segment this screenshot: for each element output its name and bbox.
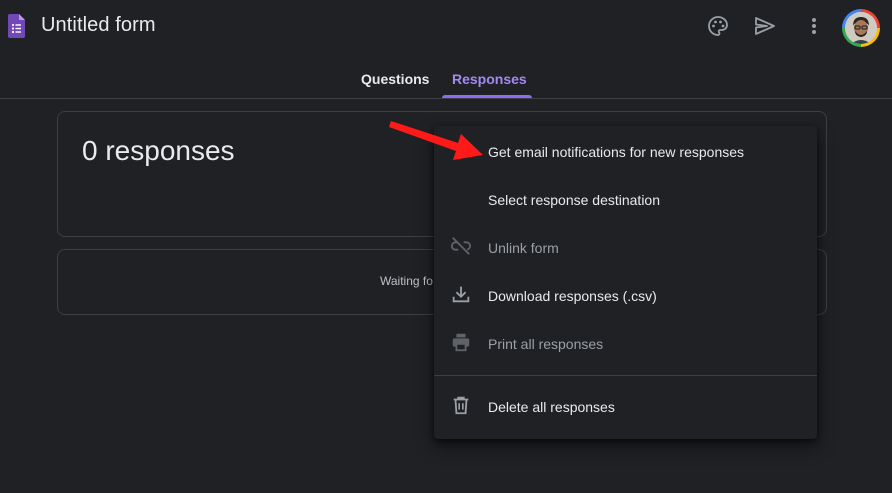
- menu-item-download-csv[interactable]: Download responses (.csv): [434, 271, 817, 319]
- responses-options-menu: Get email notifications for new response…: [434, 126, 817, 439]
- palette-icon[interactable]: [706, 14, 730, 38]
- waiting-text: Waiting fo: [380, 274, 433, 288]
- more-vert-icon[interactable]: [802, 14, 826, 38]
- menu-item-delete-all[interactable]: Delete all responses: [434, 382, 817, 430]
- menu-item-label: Get email notifications for new response…: [488, 144, 745, 160]
- menu-item-label: Download responses (.csv): [488, 288, 657, 304]
- responses-count: 0 responses: [82, 135, 235, 166]
- menu-item-unlink-form: Unlink form: [434, 223, 817, 271]
- menu-item-label: Select response destination: [488, 192, 660, 208]
- send-icon[interactable]: [753, 14, 777, 38]
- tab-questions[interactable]: Questions: [361, 71, 429, 87]
- menu-item-email-notifications[interactable]: Get email notifications for new response…: [434, 127, 817, 175]
- menu-item-select-destination[interactable]: Select response destination: [434, 175, 817, 223]
- page: Untitled form Questions Responses 0 resp…: [0, 0, 892, 493]
- form-title[interactable]: Untitled form: [41, 14, 156, 37]
- trash-icon: [453, 396, 469, 415]
- avatar[interactable]: [842, 9, 880, 47]
- menu-divider: [434, 375, 817, 376]
- app-header: Untitled form: [0, 0, 892, 56]
- menu-item-label: Print all responses: [488, 336, 604, 352]
- print-icon: [452, 333, 470, 352]
- tabs-divider: [0, 98, 892, 99]
- menu-item-label: Delete all responses: [488, 399, 615, 415]
- unlink-icon: [450, 237, 471, 255]
- download-icon: [452, 286, 470, 303]
- menu-item-label: Unlink form: [488, 240, 559, 256]
- forms-logo-icon[interactable]: [8, 14, 25, 38]
- tab-responses[interactable]: Responses: [452, 71, 527, 87]
- menu-item-print-responses: Print all responses: [434, 319, 817, 367]
